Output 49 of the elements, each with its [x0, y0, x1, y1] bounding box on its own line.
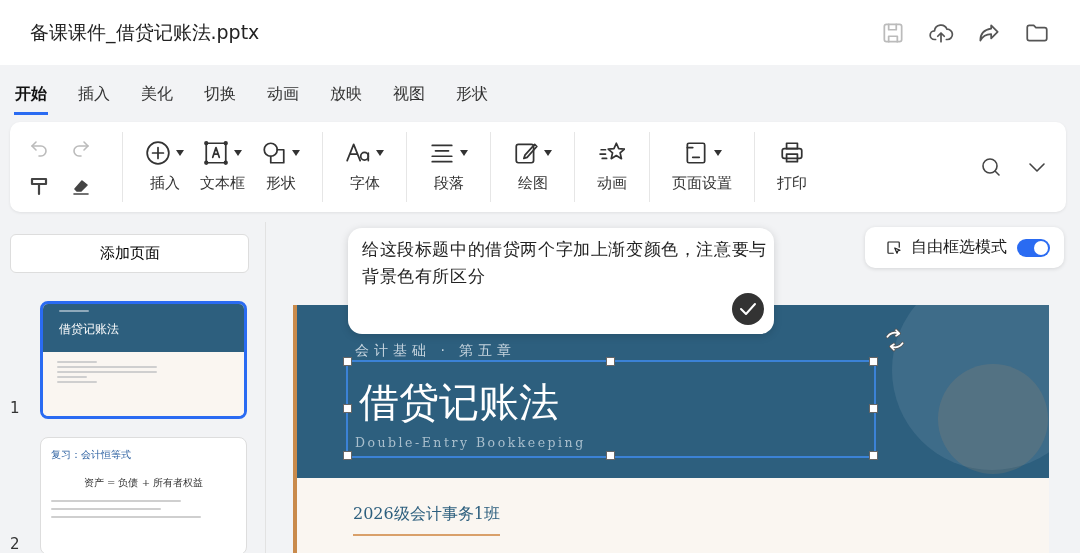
ribbon-tab[interactable]: 美化	[140, 76, 174, 115]
free-select-label: 自由框选模式	[911, 236, 1007, 258]
cursor-frame-icon	[885, 238, 903, 257]
ribbon-tab[interactable]: 放映	[329, 76, 363, 115]
ribbon-tab[interactable]: 视图	[392, 76, 426, 115]
slide-number: 1	[10, 397, 21, 419]
slide-title: 借贷记账法	[359, 379, 559, 424]
resize-handle[interactable]	[343, 357, 352, 366]
resize-handle[interactable]	[869, 357, 878, 366]
slide-number: 2	[10, 533, 21, 553]
selection-frame[interactable]	[346, 360, 876, 458]
thumbnail-title: 借贷记账法	[59, 321, 119, 338]
ribbon-tab[interactable]: 切换	[203, 76, 237, 115]
toolbar-button[interactable]: 插入	[137, 135, 192, 199]
ribbon-tab[interactable]: 动画	[266, 76, 300, 115]
shapes-icon	[261, 139, 287, 166]
resize-handle[interactable]	[606, 357, 615, 366]
thumbnail-heading: 复习：会计恒等式	[51, 448, 131, 462]
toggle-switch[interactable]	[1017, 238, 1050, 257]
slide-eyebrow: 会计基础 · 第五章	[355, 341, 517, 360]
add-page-button[interactable]: 添加页面	[10, 234, 249, 273]
toolbar-button[interactable]: 打印	[769, 135, 815, 199]
class-name: 2026级会计事务1班	[353, 502, 500, 536]
document-title: 备课课件_借贷记账法.pptx	[30, 20, 260, 46]
toolbar-button[interactable]: 段落	[421, 135, 476, 199]
ribbon-tab[interactable]: 插入	[77, 76, 111, 115]
prompt-field[interactable]: 给这段标题中的借贷两个字加上渐变颜色，注意要与背景色有所区分	[348, 228, 774, 334]
resize-handle[interactable]	[869, 404, 878, 413]
toolbar-button[interactable]: 文本框	[192, 135, 253, 199]
resize-handle[interactable]	[869, 451, 878, 460]
toolbar-button[interactable]: 形状	[253, 135, 308, 199]
ribbon-tab[interactable]: 形状	[455, 76, 489, 115]
slide-thumbnail[interactable]: 复习：会计恒等式 资产 = 负债 + 所有者权益	[40, 437, 247, 553]
ribbon-tab[interactable]: 开始	[14, 76, 48, 115]
search-icon	[979, 155, 1003, 179]
printer-icon	[779, 139, 805, 166]
resize-handle[interactable]	[606, 451, 615, 460]
thumbnail-title: 资产 = 负债 + 所有者权益	[83, 475, 204, 490]
toolbar-button[interactable]: 字体	[337, 135, 392, 199]
resize-handle[interactable]	[343, 451, 352, 460]
resize-handle[interactable]	[343, 404, 352, 413]
confirm-button[interactable]	[732, 293, 764, 325]
slide-subtitle: Double-Entry Bookkeeping	[355, 433, 586, 452]
slide-thumbnail[interactable]: 借贷记账法	[40, 301, 247, 419]
toolbar-button[interactable]: 页面设置	[664, 135, 740, 199]
toolbar-button[interactable]: 动画	[589, 135, 635, 199]
text-box-icon	[203, 139, 229, 166]
plus-circle-icon	[145, 139, 171, 166]
toolbar-button[interactable]: 绘图	[505, 135, 560, 199]
